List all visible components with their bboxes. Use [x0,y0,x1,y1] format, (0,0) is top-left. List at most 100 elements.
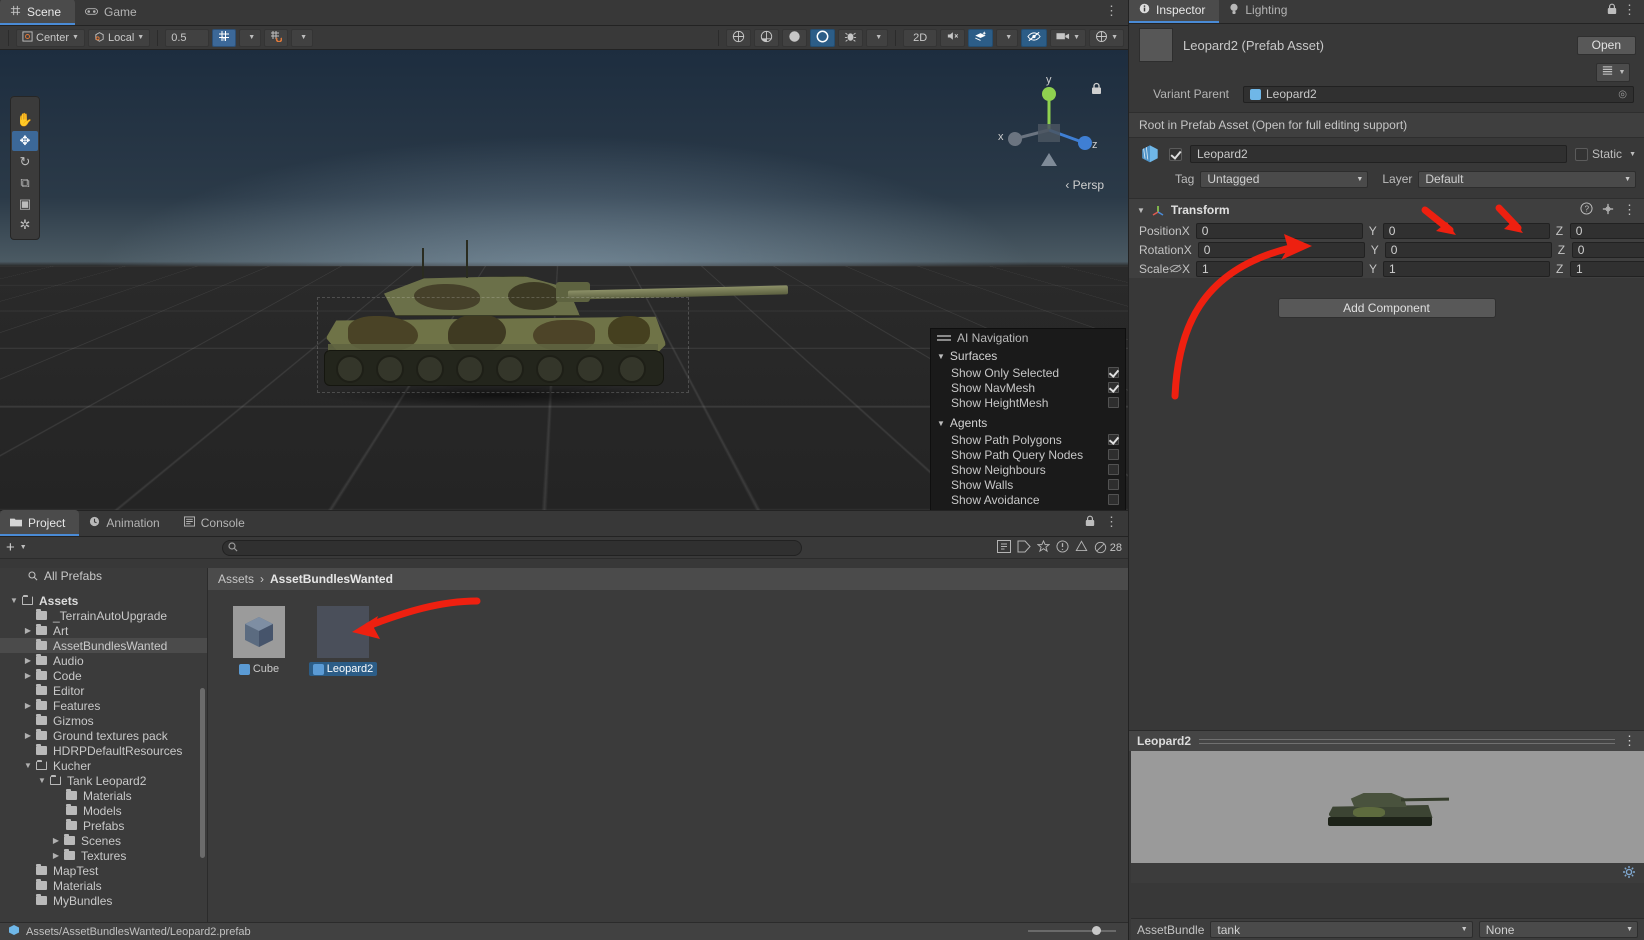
scene-visibility-toggle[interactable] [1021,28,1048,47]
variant-parent-field[interactable]: Leopard2 ◎ [1243,85,1634,103]
tree-item-gizmos[interactable]: Gizmos [0,713,207,728]
magnet-snap-toggle[interactable] [264,28,289,47]
chevron-right-icon[interactable]: ▶ [22,701,34,710]
audio-toggle[interactable] [940,28,966,47]
overlay-item-show-path-polygons[interactable]: Show Path Polygons [931,432,1125,447]
overlay-item-show-walls[interactable]: Show Walls [931,477,1125,492]
open-prefab-button[interactable]: Open [1576,35,1636,55]
help-icon[interactable]: ? [1580,202,1593,218]
lit-sphere-toggle[interactable] [810,28,836,47]
scene-view-gizmo[interactable]: y z x [994,68,1104,188]
chevron-down-icon[interactable]: ▼ [1137,206,1145,215]
tree-item-hdrpdefaultresources[interactable]: HDRPDefaultResources [0,743,207,758]
assetbundle-name-dropdown[interactable]: tank ▼ [1210,921,1473,938]
chevron-down-icon[interactable]: ▼ [1629,151,1636,158]
breadcrumb-root[interactable]: Assets [218,572,254,586]
chevron-down-icon[interactable]: ▼ [8,596,20,605]
checkbox-show-walls[interactable] [1108,479,1119,490]
checkbox-show-path-polygons[interactable] [1108,434,1119,445]
shaded-wireframe-toggle[interactable] [726,28,752,47]
tree-item-code[interactable]: ▶ Code [0,668,207,683]
grid-snap-toggle[interactable]: Y [212,28,237,47]
gizmos-dropdown[interactable]: ▼ [1089,28,1124,47]
rotation-y-input[interactable] [1384,241,1552,258]
tab-animation[interactable]: Animation [79,510,173,536]
transform-kebab-menu[interactable]: ⋮ [1623,202,1636,218]
search-by-label-icon[interactable] [1017,540,1031,556]
tree-scrollbar[interactable] [200,688,205,858]
transform-tool-button[interactable]: ✲ [12,215,38,235]
scene-viewport[interactable]: y z x ‹ Persp ✋ ✥ ↻ ⧉ ▣ ✲ AI Navigation … [0,50,1128,510]
tree-item-assetbundleswanted[interactable]: AssetBundlesWanted [0,638,207,653]
checkbox-show-navmesh[interactable] [1108,382,1119,393]
effects-toggle[interactable] [968,28,994,47]
flat-sphere-toggle[interactable] [782,28,808,47]
chevron-right-icon[interactable]: ▶ [22,731,34,740]
overlay-item-show-heightmesh[interactable]: Show HeightMesh [931,395,1125,410]
inspector-kebab-menu[interactable]: ⋮ [1623,2,1636,18]
position-x-input[interactable] [1195,222,1363,239]
favorite-star-icon[interactable] [1036,539,1051,556]
tab-inspector[interactable]: Inspector [1129,0,1220,23]
grid-size-field[interactable]: 0.5 [165,28,210,47]
overlay-item-show-neighbours[interactable]: Show Neighbours [931,462,1125,477]
tab-project[interactable]: Project [0,510,80,536]
gameobject-enabled-checkbox[interactable] [1169,147,1182,161]
log-count-badge[interactable]: 28 [1094,541,1122,554]
tree-item-mybundles[interactable]: MyBundles [0,893,207,908]
fx-dropdown[interactable]: ▼ [866,28,889,47]
grid-snap-dropdown[interactable]: ▼ [239,28,262,47]
magnet-snap-dropdown[interactable]: ▼ [291,28,314,47]
handle-space-dropdown[interactable]: Local ▼ [87,28,151,47]
tree-item-terrainautoupgrade[interactable]: _TerrainAutoUpgrade [0,608,207,623]
tree-item-editor[interactable]: Editor [0,683,207,698]
constrain-proportions-icon[interactable] [1169,263,1182,274]
tree-item-prefabs[interactable]: Prefabs [0,818,207,833]
tree-item-scenes[interactable]: ▶ Scenes [0,833,207,848]
tab-game[interactable]: Game [75,0,151,25]
tree-item-maptest[interactable]: MapTest [0,863,207,878]
error-badge-icon[interactable] [1056,539,1069,556]
chevron-down-icon[interactable]: ▼ [36,776,48,785]
tree-item-materials[interactable]: Materials [0,878,207,893]
rotate-tool-button[interactable]: ↻ [12,152,38,172]
ai-navigation-header[interactable]: AI Navigation [931,329,1125,347]
rotation-z-input[interactable] [1571,241,1644,258]
chevron-right-icon[interactable]: ▶ [22,671,34,680]
pivot-mode-dropdown[interactable]: Center ▼ [16,28,85,47]
tab-console[interactable]: Console [174,510,259,536]
ai-navigation-overlay[interactable]: AI Navigation ▼ Surfaces Show Only Selec… [930,328,1126,510]
preset-button[interactable]: ▼ [1596,62,1630,82]
asset-item-cube[interactable]: Cube [226,606,292,676]
tree-item-kucher[interactable]: ▼ Kucher [0,758,207,773]
tree-item-ground-textures-pack[interactable]: ▶ Ground textures pack [0,728,207,743]
scene-camera-dropdown[interactable]: ▼ [1050,28,1087,47]
overlay-item-show-navmesh[interactable]: Show NavMesh [931,380,1125,395]
hand-tool-button[interactable]: ✋ [12,110,38,130]
tree-item-audio[interactable]: ▶ Audio [0,653,207,668]
gear-icon[interactable] [1622,865,1636,882]
tree-item-assets[interactable]: ▼ Assets [0,593,207,608]
preset-icon[interactable] [1602,203,1614,218]
checkbox-show-path-query-nodes[interactable] [1108,449,1119,460]
create-asset-button[interactable]: + ▼ [6,540,27,555]
static-checkbox[interactable] [1575,147,1589,161]
position-z-input[interactable] [1569,222,1644,239]
shaded-half-toggle[interactable] [754,28,780,47]
project-content-area[interactable]: Assets › AssetBundlesWanted Cube Leopard… [208,568,1128,922]
padlock-icon[interactable] [1091,82,1102,98]
position-y-input[interactable] [1382,222,1550,239]
twod-toggle[interactable]: 2D [903,28,938,47]
fx-toggle[interactable] [838,28,864,47]
tag-dropdown[interactable]: Untagged ▼ [1200,170,1369,188]
project-lock-icon[interactable] [1085,515,1095,530]
drag-handle-icon[interactable] [937,335,951,341]
move-tool-button[interactable]: ✥ [12,131,38,151]
rect-tool-button[interactable]: ▣ [12,194,38,214]
rotation-x-input[interactable] [1197,241,1365,258]
slider-knob[interactable] [1092,926,1101,935]
transform-header[interactable]: ▼ Transform ? ⋮ [1129,199,1644,221]
checkbox-show-neighbours[interactable] [1108,464,1119,475]
scale-tool-button[interactable]: ⧉ [12,173,38,193]
layer-dropdown[interactable]: Default ▼ [1418,170,1636,188]
